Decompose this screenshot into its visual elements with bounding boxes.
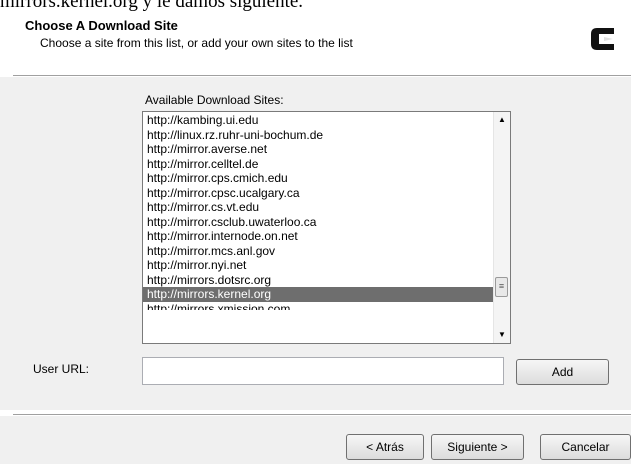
list-item[interactable]: http://mirror.cpsc.ucalgary.ca — [143, 186, 493, 201]
page-title: Choose A Download Site — [25, 18, 178, 33]
list-scrollbar[interactable]: ▲ ≡ ▼ — [493, 112, 510, 343]
scroll-thumb[interactable]: ≡ — [495, 277, 508, 297]
list-item[interactable]: http://mirror.internode.on.net — [143, 229, 493, 244]
download-sites-listbox[interactable]: http://kambing.ui.edu http://linux.rz.ru… — [142, 111, 511, 344]
list-item-selected[interactable]: http://mirrors.kernel.org — [143, 287, 493, 302]
user-url-input[interactable] — [142, 357, 504, 385]
wizard-footer: < Atrás Siguiente > Cancelar — [0, 416, 631, 464]
list-item[interactable]: http://kambing.ui.edu — [143, 113, 493, 128]
cancel-button[interactable]: Cancelar — [540, 434, 631, 460]
wizard-content: Available Download Sites: http://kambing… — [0, 77, 631, 410]
list-item[interactable]: http://mirror.averse.net — [143, 142, 493, 157]
list-item[interactable]: http://mirror.nyi.net — [143, 258, 493, 273]
list-item[interactable]: http://mirror.celltel.de — [143, 157, 493, 172]
user-url-label: User URL: — [33, 362, 90, 376]
back-button[interactable]: < Atrás — [346, 434, 424, 460]
page-subtitle: Choose a site from this list, or add you… — [40, 36, 353, 50]
wizard-header: Choose A Download Site Choose a site fro… — [0, 14, 631, 74]
cygwin-logo-icon — [591, 28, 614, 50]
list-item[interactable]: http://mirrors.xmission.com — [143, 302, 493, 310]
next-button[interactable]: Siguiente > — [431, 434, 524, 460]
scroll-down-arrow-icon[interactable]: ▼ — [494, 327, 510, 343]
list-item[interactable]: http://mirror.cps.cmich.edu — [143, 171, 493, 186]
list-item[interactable]: http://mirror.mcs.anl.gov — [143, 244, 493, 259]
background-caption: mirrors.kernel.org y le damos siguiente. — [0, 0, 304, 12]
add-button[interactable]: Add — [516, 359, 609, 385]
list-item[interactable]: http://linux.rz.ruhr-uni-bochum.de — [143, 128, 493, 143]
sites-list-label: Available Download Sites: — [145, 93, 284, 107]
scroll-up-arrow-icon[interactable]: ▲ — [494, 112, 510, 128]
list-item[interactable]: http://mirrors.dotsrc.org — [143, 273, 493, 288]
list-item[interactable]: http://mirror.csclub.uwaterloo.ca — [143, 215, 493, 230]
list-item[interactable]: http://mirror.cs.vt.edu — [143, 200, 493, 215]
download-sites-items: http://kambing.ui.edu http://linux.rz.ru… — [143, 113, 493, 310]
